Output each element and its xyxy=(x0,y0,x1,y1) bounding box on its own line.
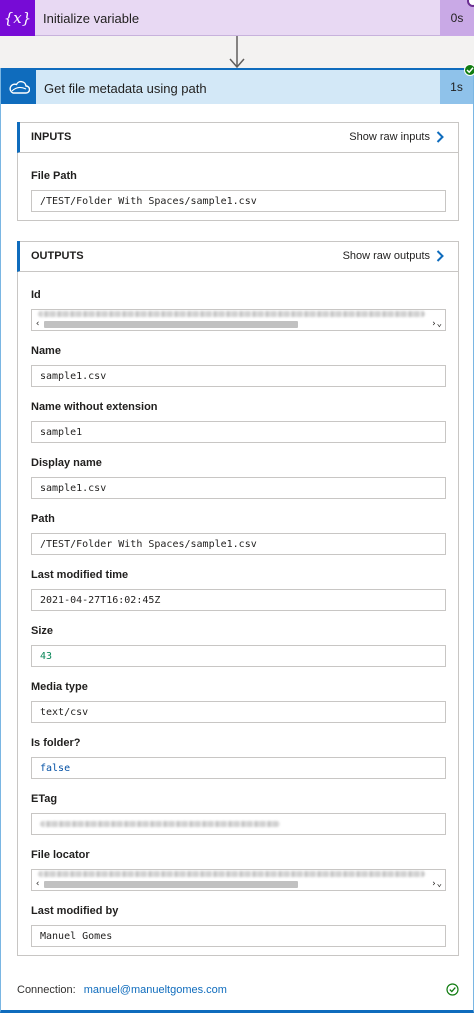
id-label: Id xyxy=(31,289,41,301)
redacted-text xyxy=(38,871,425,877)
last-modified-time-label: Last modified time xyxy=(31,569,129,581)
display-name-value[interactable]: sample1.csv xyxy=(31,477,446,499)
size-field: Size 43 xyxy=(31,625,446,667)
get-file-metadata-title: Get file metadata using path xyxy=(44,81,207,96)
last-modified-by-value[interactable]: Manuel Gomes xyxy=(31,925,446,947)
last-modified-time-value[interactable]: 2021-04-27T16:02:45Z xyxy=(31,589,446,611)
variable-braces-icon: {x} xyxy=(0,0,35,36)
show-raw-inputs-link[interactable]: Show raw inputs xyxy=(349,131,444,143)
connection-footer: Connection: manuel@manueltgomes.com xyxy=(17,980,459,1000)
name-without-extension-field: Name without extension sample1 xyxy=(31,401,446,443)
scroll-right-icon[interactable]: ›⌄ xyxy=(431,879,442,890)
file-locator-value-redacted[interactable]: ‹ ›⌄ xyxy=(31,869,446,891)
media-type-field: Media type text/csv xyxy=(31,681,446,723)
outputs-section-header: OUTPUTS Show raw outputs xyxy=(17,241,458,272)
get-file-metadata-header[interactable]: Get file metadata using path 1s xyxy=(1,64,474,104)
file-locator-horizontal-scrollbar[interactable]: ‹ ›⌄ xyxy=(32,879,445,890)
display-name-label: Display name xyxy=(31,457,102,469)
display-name-field: Display name sample1.csv xyxy=(31,457,446,499)
scroll-right-icon[interactable]: ›⌄ xyxy=(431,319,442,330)
size-label: Size xyxy=(31,625,54,637)
is-folder-field: Is folder? false xyxy=(31,737,446,779)
id-value-redacted[interactable]: ‹ ›⌄ xyxy=(31,309,446,331)
is-folder-label: Is folder? xyxy=(31,737,81,749)
name-without-extension-label: Name without extension xyxy=(31,401,158,413)
inputs-section-header: INPUTS Show raw inputs xyxy=(17,122,458,153)
name-without-extension-value[interactable]: sample1 xyxy=(31,421,446,443)
etag-value-redacted[interactable] xyxy=(31,813,446,835)
chevron-right-icon xyxy=(436,131,444,143)
name-field: Name sample1.csv xyxy=(31,345,446,387)
file-locator-label: File locator xyxy=(31,849,90,861)
success-check-icon xyxy=(464,64,474,76)
scroll-thumb[interactable] xyxy=(44,321,298,328)
file-locator-field: File locator ‹ ›⌄ xyxy=(31,849,446,891)
size-value[interactable]: 43 xyxy=(31,645,446,667)
get-file-metadata-card: Get file metadata using path 1s INPUTS S… xyxy=(0,64,474,1013)
scroll-thumb[interactable] xyxy=(44,881,298,888)
file-path-field: File Path /TEST/Folder With Spaces/sampl… xyxy=(31,170,446,212)
id-horizontal-scrollbar[interactable]: ‹ ›⌄ xyxy=(32,319,445,330)
last-modified-time-field: Last modified time 2021-04-27T16:02:45Z xyxy=(31,569,446,611)
name-label: Name xyxy=(31,345,61,357)
scroll-left-icon[interactable]: ‹ xyxy=(35,319,40,330)
etag-field: ETag xyxy=(31,793,446,835)
chevron-right-icon xyxy=(436,250,444,262)
show-raw-outputs-link[interactable]: Show raw outputs xyxy=(343,250,444,262)
media-type-value[interactable]: text/csv xyxy=(31,701,446,723)
inputs-title: INPUTS xyxy=(31,131,72,143)
media-type-label: Media type xyxy=(31,681,88,693)
flow-run-canvas: {x} Initialize variable 0s Get file meta… xyxy=(0,0,474,1013)
path-label: Path xyxy=(31,513,55,525)
file-path-value[interactable]: /TEST/Folder With Spaces/sample1.csv xyxy=(31,190,446,212)
show-raw-outputs-label: Show raw outputs xyxy=(342,250,430,262)
onedrive-cloud-icon xyxy=(1,70,36,104)
is-folder-value[interactable]: false xyxy=(31,757,446,779)
id-field: Id ‹ ›⌄ xyxy=(31,289,446,331)
connection-account-link[interactable]: manuel@manueltgomes.com xyxy=(84,984,227,996)
name-value[interactable]: sample1.csv xyxy=(31,365,446,387)
initialize-variable-title: Initialize variable xyxy=(43,11,140,26)
path-field: Path /TEST/Folder With Spaces/sample1.cs… xyxy=(31,513,446,555)
last-modified-by-field: Last modified by Manuel Gomes xyxy=(31,905,446,947)
connection-label: Connection: xyxy=(17,984,76,996)
outputs-section: OUTPUTS Show raw outputs Id ‹ ›⌄ Name sa… xyxy=(17,241,459,956)
etag-label: ETag xyxy=(31,793,58,805)
path-value[interactable]: /TEST/Folder With Spaces/sample1.csv xyxy=(31,533,446,555)
outputs-title: OUTPUTS xyxy=(31,250,84,262)
file-path-label: File Path xyxy=(31,170,77,182)
redacted-text xyxy=(40,821,280,827)
scroll-left-icon[interactable]: ‹ xyxy=(35,879,40,890)
connection-ok-icon xyxy=(446,983,459,996)
connector-arrow-icon xyxy=(229,36,245,69)
last-modified-by-label: Last modified by xyxy=(31,905,119,917)
show-raw-inputs-label: Show raw inputs xyxy=(349,131,430,143)
inputs-section: INPUTS Show raw inputs File Path /TEST/F… xyxy=(17,122,459,221)
redacted-text xyxy=(38,311,425,317)
initialize-variable-card[interactable]: {x} Initialize variable 0s xyxy=(0,0,474,36)
